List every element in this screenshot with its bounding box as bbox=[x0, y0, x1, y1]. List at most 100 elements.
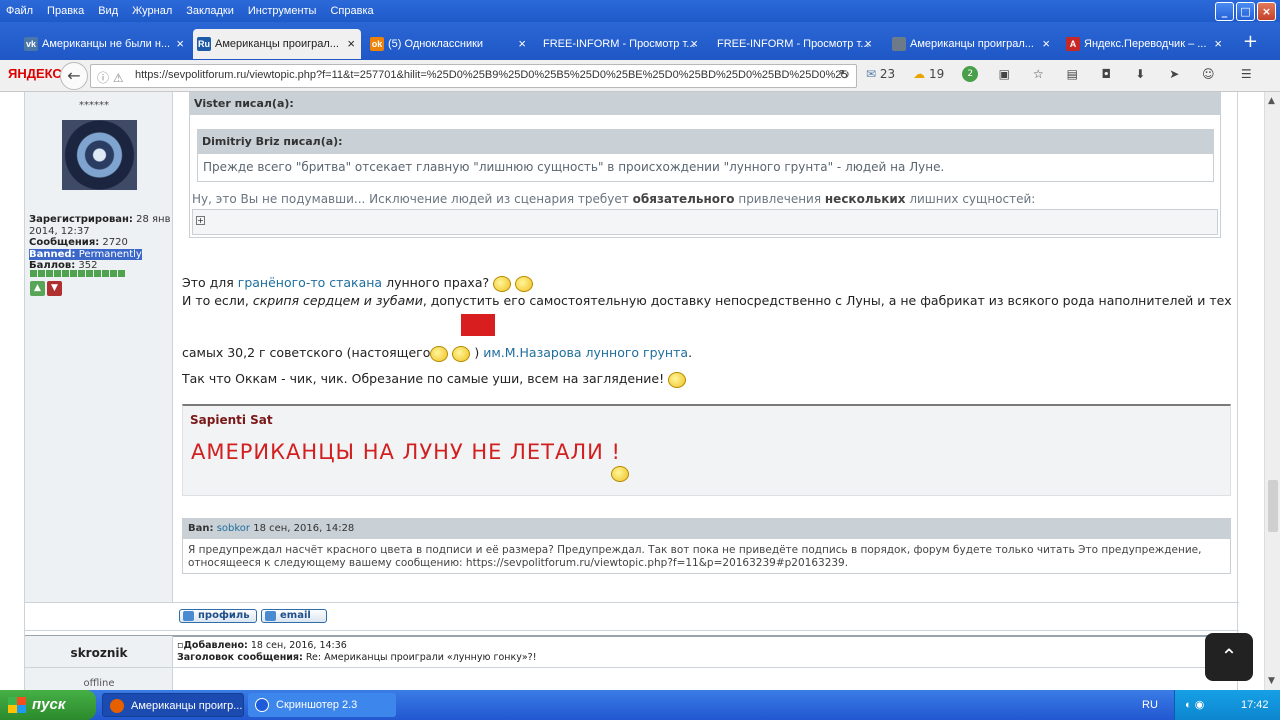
nazarov-link[interactable]: им.М.Назарова лунного грунта bbox=[483, 345, 688, 360]
menu-icon[interactable]: ☰ bbox=[1238, 66, 1254, 82]
tab-close-icon[interactable]: × bbox=[1214, 29, 1222, 59]
taskbar-screenshoter[interactable]: Скриншотер 2.3 bbox=[248, 693, 396, 717]
scroll-up-icon[interactable]: ▲ bbox=[1268, 96, 1275, 106]
windows-logo-icon bbox=[8, 697, 26, 713]
close-icon[interactable]: × bbox=[1257, 2, 1276, 21]
tab-title: Американцы проиграл... bbox=[215, 38, 339, 50]
bookmark-star-icon[interactable]: ☆ bbox=[1030, 66, 1046, 82]
thumbs-down-icon[interactable]: ▼ bbox=[47, 281, 62, 296]
tab-title: FREE-INFORM - Просмотр т... bbox=[543, 38, 696, 50]
added-value: 18 сен, 2016, 14:36 bbox=[250, 640, 347, 651]
quote-outer-text: Ну, это Вы не подумавши... Исключение лю… bbox=[192, 192, 1036, 206]
next-post-profile: skroznik offline bbox=[25, 636, 173, 690]
soviet-flag-icon bbox=[461, 314, 495, 336]
profile-icon bbox=[183, 611, 194, 621]
tab-1[interactable]: vk Американцы не были н... × bbox=[20, 29, 190, 59]
tab-close-icon[interactable]: × bbox=[176, 29, 184, 59]
weather-icon: ☁ bbox=[913, 67, 926, 81]
messages-value: 2720 bbox=[102, 237, 128, 248]
chat-icon[interactable]: ☺ bbox=[1200, 66, 1216, 82]
avatar[interactable] bbox=[62, 120, 137, 190]
divider bbox=[25, 667, 1239, 668]
weather-widget[interactable]: ☁ 19 bbox=[913, 67, 944, 81]
info-icon[interactable]: ⓘ ⚠ bbox=[97, 69, 124, 86]
address-bar[interactable]: ⓘ ⚠ https://sevpolitforum.ru/viewtopic.p… bbox=[90, 64, 857, 88]
menu-bookmarks[interactable]: Закладки bbox=[186, 5, 234, 17]
mail-icon: ✉ bbox=[866, 67, 877, 81]
scroll-down-icon[interactable]: ▼ bbox=[1268, 676, 1275, 686]
system-tray: ◐ ◉ 17:42 bbox=[1174, 690, 1280, 720]
tab-close-icon[interactable]: × bbox=[347, 29, 355, 59]
tab-close-icon[interactable]: × bbox=[864, 29, 872, 59]
profile-button[interactable]: профиль bbox=[179, 609, 257, 623]
pocket-icon[interactable]: ◘ bbox=[1098, 66, 1114, 82]
page-content: ****** Зарегистрирован: 28 янв 2014, 12:… bbox=[0, 92, 1264, 690]
new-tab-icon[interactable]: + bbox=[1243, 31, 1258, 52]
scroll-to-top-button[interactable]: ⌃ bbox=[1205, 633, 1253, 681]
translator-icon: A bbox=[1066, 37, 1080, 51]
signature-block: Sapienti Sat АМЕРИКАНЦЫ НА ЛУНУ НЕ ЛЕТАЛ… bbox=[182, 404, 1231, 496]
toolbar-icons: ✉ 23 ☁ 19 2 ▣ ☆ ▤ ◘ ⬇ ➤ ☺ ☰ bbox=[866, 66, 1254, 82]
banned-label: Banned: bbox=[29, 248, 76, 260]
url-text[interactable]: https://sevpolitforum.ru/viewtopic.php?f… bbox=[135, 69, 847, 81]
mail-count: 23 bbox=[879, 67, 896, 81]
quote-inner: Dimitriy Briz писал(а): Прежде всего "бр… bbox=[197, 129, 1214, 182]
extension-icon[interactable]: ▣ bbox=[996, 66, 1012, 82]
thumbs-up-icon[interactable]: ▲ bbox=[30, 281, 45, 296]
drinking-smiley-icon bbox=[611, 466, 629, 482]
reputation-bar bbox=[30, 270, 125, 277]
tab-6[interactable]: Американцы проиграл... × bbox=[888, 29, 1056, 59]
scroll-thumb[interactable] bbox=[1268, 480, 1278, 532]
messages-label: Сообщения: bbox=[29, 237, 100, 248]
signature-text: АМЕРИКАНЦЫ НА ЛУНУ НЕ ЛЕТАЛИ ! bbox=[191, 440, 621, 464]
clipboard-icon[interactable]: ▤ bbox=[1064, 66, 1080, 82]
tab-3[interactable]: ok (5) Одноклассники × bbox=[366, 29, 532, 59]
cool-smiley-icon bbox=[493, 275, 512, 292]
email-button[interactable]: email bbox=[261, 609, 327, 623]
spoiler-block[interactable]: + bbox=[192, 209, 1218, 235]
online-status: offline bbox=[83, 678, 115, 689]
send-icon[interactable]: ➤ bbox=[1166, 66, 1182, 82]
start-button[interactable]: пуск bbox=[0, 690, 96, 720]
expand-icon[interactable]: + bbox=[196, 216, 205, 225]
email-icon bbox=[265, 611, 276, 621]
menu-tools[interactable]: Инструменты bbox=[248, 5, 317, 17]
poster-profile: ****** Зарегистрирован: 28 янв 2014, 12:… bbox=[25, 92, 173, 602]
menu-view[interactable]: Вид bbox=[98, 5, 118, 17]
tab-5[interactable]: FREE-INFORM - Просмотр т... × bbox=[695, 29, 878, 59]
moderator-link[interactable]: sobkor bbox=[217, 523, 250, 534]
glass-link[interactable]: гранёного-то стакана bbox=[238, 275, 382, 290]
taskbar-firefox[interactable]: Американцы проигр... bbox=[102, 693, 244, 717]
tab-2-active[interactable]: Ru Американцы проиграл... × bbox=[193, 29, 361, 59]
menu-edit[interactable]: Правка bbox=[47, 5, 84, 17]
added-label: Добавлено: bbox=[183, 640, 248, 651]
pointing-smiley-icon bbox=[668, 371, 687, 388]
post-separator bbox=[25, 635, 1239, 637]
firefox-icon bbox=[110, 699, 124, 713]
divider bbox=[25, 630, 1239, 631]
menu-help[interactable]: Справка bbox=[330, 5, 373, 17]
reload-icon[interactable]: ↻ bbox=[839, 68, 850, 83]
menu-file[interactable]: Файл bbox=[6, 5, 33, 17]
subject-value: Re: Американцы проиграли «лунную гонку»?… bbox=[305, 652, 537, 663]
odnoklassniki-icon: ok bbox=[370, 37, 384, 51]
minimize-icon[interactable]: _ bbox=[1215, 2, 1234, 21]
laughing-smiley-icon bbox=[515, 275, 534, 292]
tray-icons[interactable]: ◐ ◉ bbox=[1185, 698, 1204, 711]
vertical-scrollbar[interactable]: ▲ ▼ bbox=[1264, 92, 1280, 690]
mail-widget[interactable]: ✉ 23 bbox=[866, 67, 895, 81]
badge-icon[interactable]: 2 bbox=[962, 66, 979, 82]
tab-close-icon[interactable]: × bbox=[1042, 29, 1050, 59]
post-line-2: И то если, скрипя сердцем и зубами, допу… bbox=[182, 293, 1232, 308]
back-button[interactable]: ← bbox=[60, 62, 88, 90]
yandex-logo[interactable]: ЯНДЕКС bbox=[8, 66, 62, 81]
maximize-icon[interactable]: □ bbox=[1236, 2, 1255, 21]
menu-history[interactable]: Журнал bbox=[132, 5, 172, 17]
ban-label: Ban: bbox=[188, 523, 214, 534]
language-indicator[interactable]: RU bbox=[1142, 699, 1158, 711]
next-post-username[interactable]: skroznik bbox=[25, 646, 173, 660]
tab-7[interactable]: A Яндекс.Переводчик – ... × bbox=[1062, 29, 1228, 59]
download-icon[interactable]: ⬇ bbox=[1132, 66, 1148, 82]
signature-name: Sapienti Sat bbox=[190, 413, 273, 427]
tab-4[interactable]: FREE-INFORM - Просмотр т... × bbox=[521, 29, 704, 59]
